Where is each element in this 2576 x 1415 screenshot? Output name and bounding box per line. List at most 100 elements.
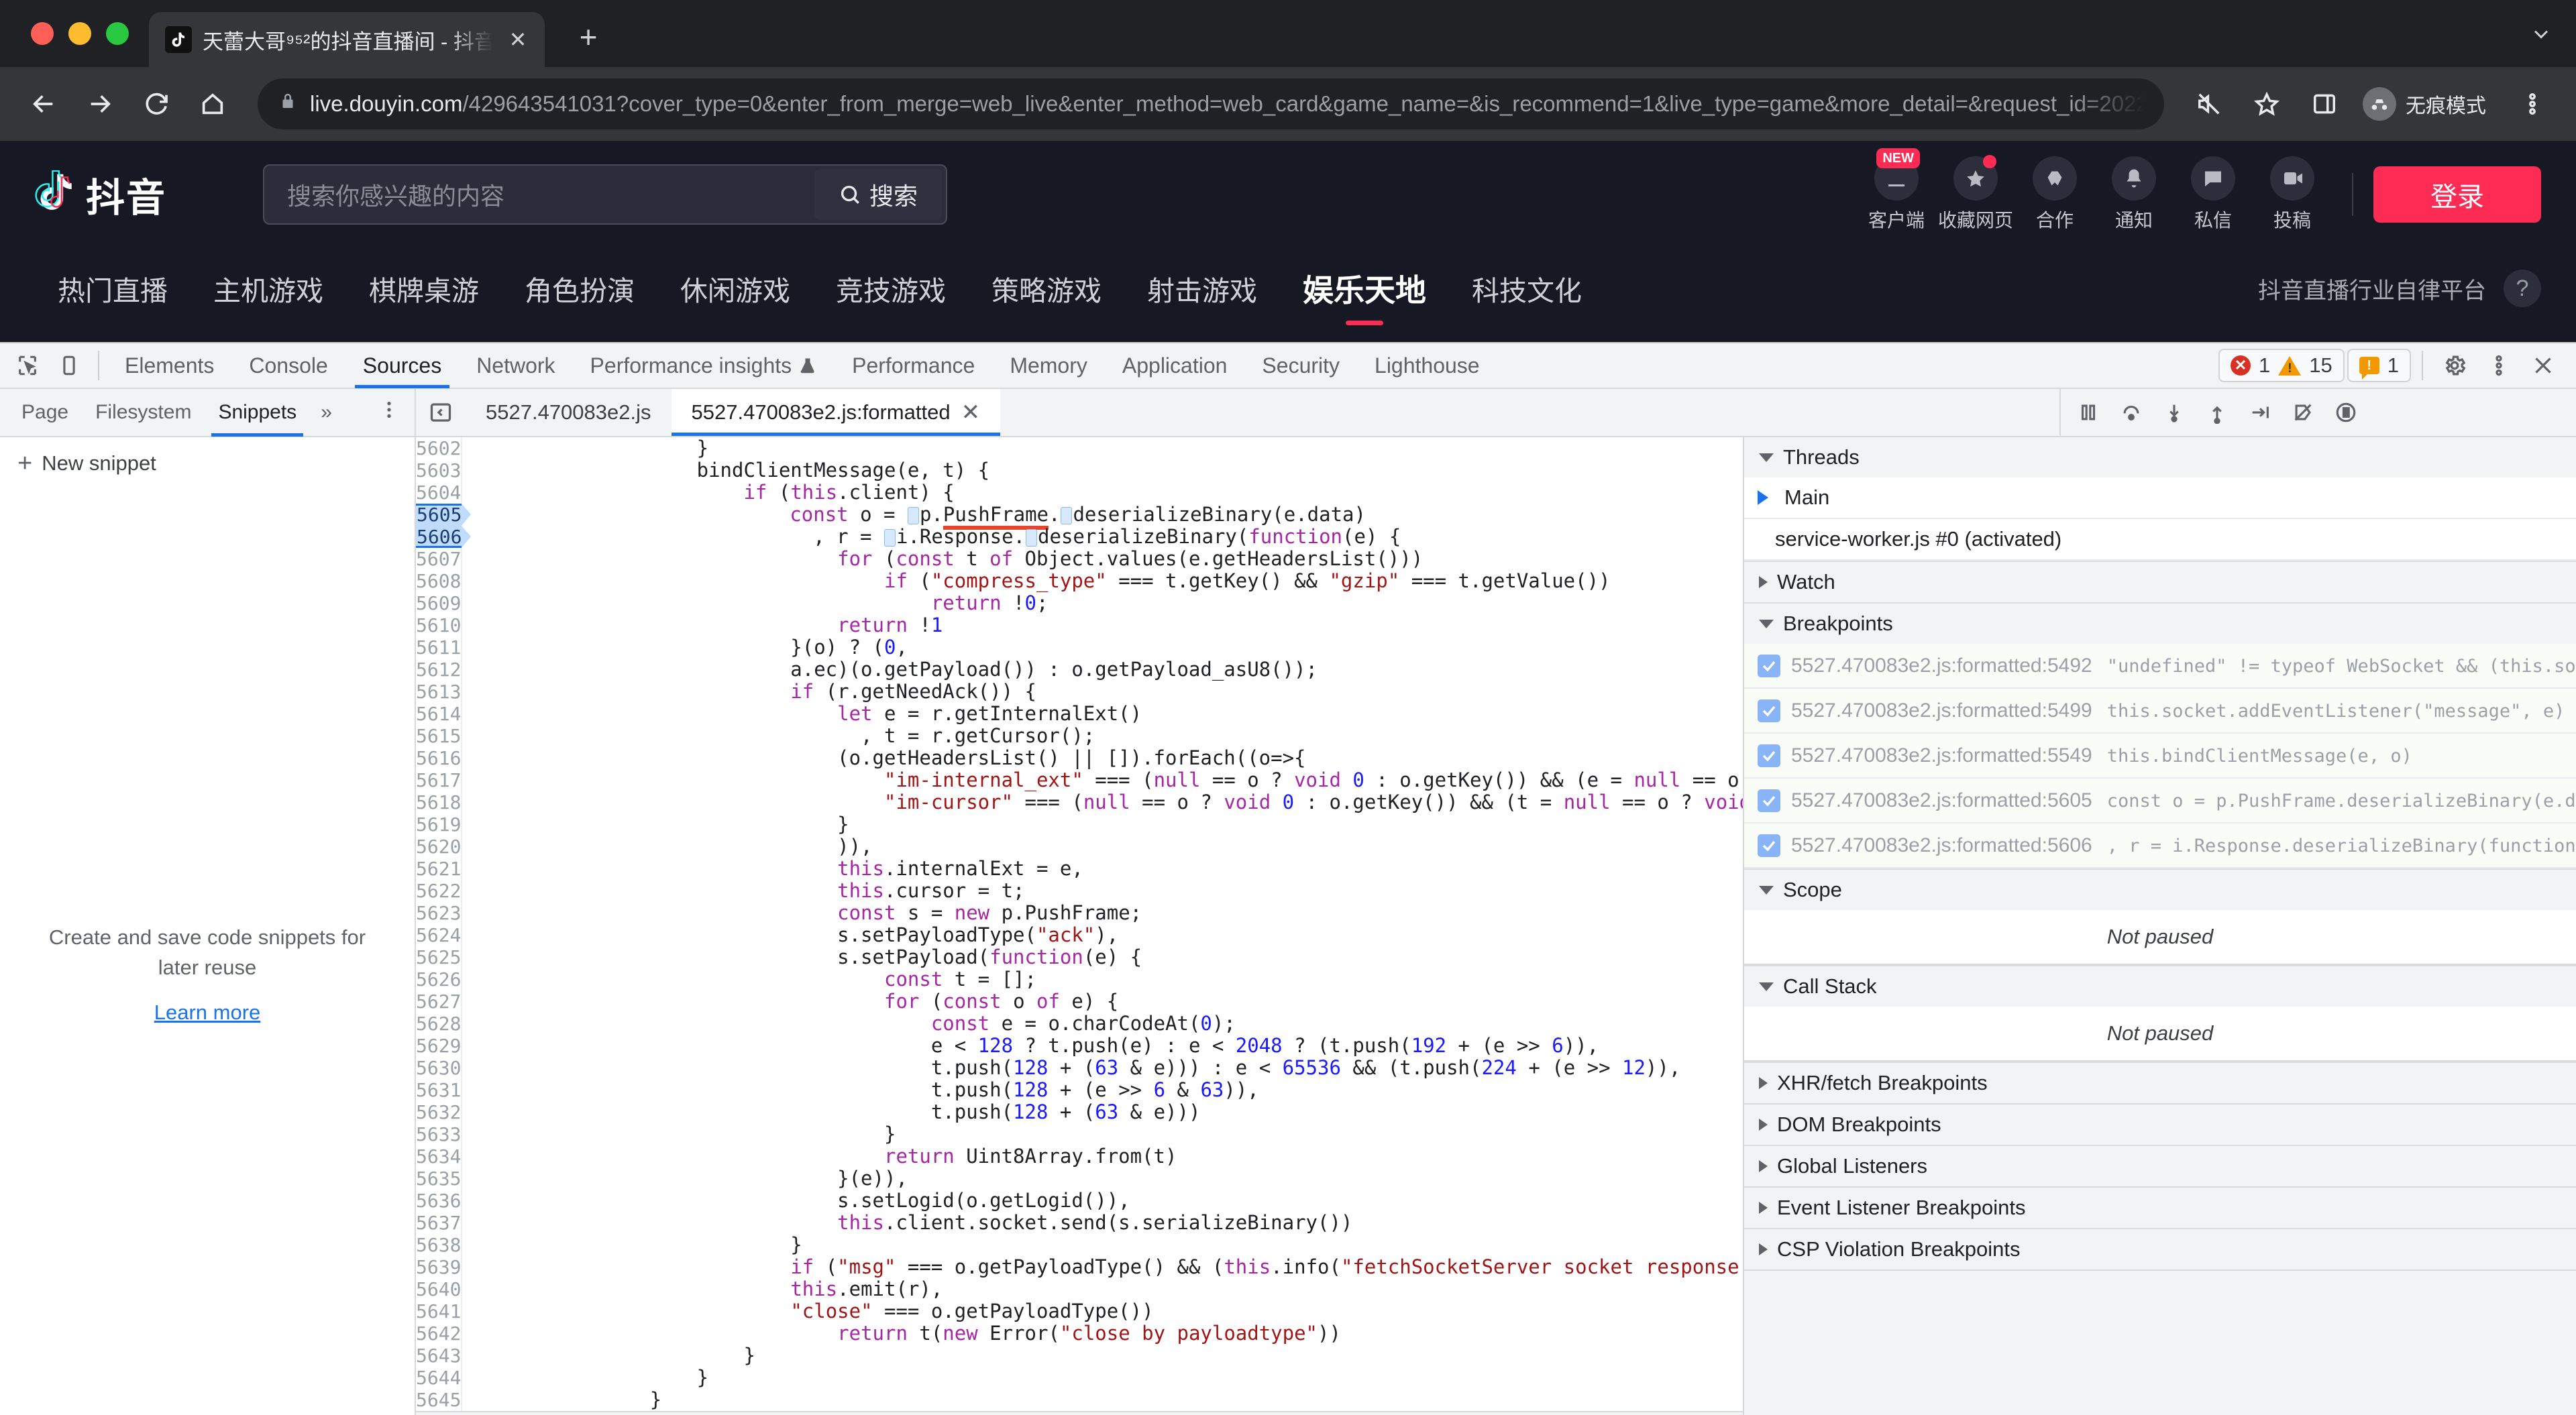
navigator-tab-filesystem[interactable]: Filesystem <box>82 388 205 437</box>
breakpoint-item[interactable]: 5527.470083e2.js:formatted:5499 this.sock… <box>1744 689 2576 734</box>
code-line[interactable]: 5640 this.emit(r), <box>416 1278 1743 1300</box>
tab-elements[interactable]: Elements <box>107 343 231 388</box>
breakpoint-item[interactable]: 5527.470083e2.js:formatted:5492 "undefine… <box>1744 644 2576 689</box>
code-line[interactable]: 5634 return Uint8Array.from(t) <box>416 1145 1743 1168</box>
learn-more-link[interactable]: Learn more <box>154 1001 261 1025</box>
line-number[interactable]: 5611 <box>416 636 463 659</box>
line-number[interactable]: 5607 <box>416 548 463 570</box>
line-number[interactable]: 5604 <box>416 482 463 504</box>
code-line[interactable]: 5606 , r = i.Response. deserializeBinary(… <box>416 526 1743 548</box>
code-line[interactable]: 5621 this.internalExt = e, <box>416 858 1743 880</box>
line-number[interactable]: 5634 <box>416 1145 463 1168</box>
scope-header[interactable]: Scope <box>1744 870 2576 910</box>
line-number[interactable]: 5626 <box>416 968 463 990</box>
search-button[interactable]: 搜索 <box>814 169 942 220</box>
code-line[interactable]: 5618 "im-cursor" === (null == o ? void 0… <box>416 791 1743 813</box>
watch-header[interactable]: Watch <box>1744 562 2576 602</box>
line-number[interactable]: 5627 <box>416 990 463 1013</box>
new-snippet-button[interactable]: + New snippet <box>0 437 415 490</box>
line-number[interactable]: 5606 <box>416 526 472 548</box>
tab-sources[interactable]: Sources <box>345 343 459 388</box>
navigator-tab-snippets[interactable]: Snippets <box>205 388 310 437</box>
code-line[interactable]: 5616 (o.getHeadersList() || []).forEach(… <box>416 747 1743 769</box>
line-number[interactable]: 5644 <box>416 1367 463 1389</box>
code-line[interactable]: 5627 for (const o of e) { <box>416 990 1743 1013</box>
code-line[interactable]: 5613 if (r.getNeedAck()) { <box>416 681 1743 703</box>
collapse-navigator-icon[interactable] <box>416 389 466 436</box>
code-line[interactable]: 5641 "close" === o.getPayloadType()) <box>416 1300 1743 1322</box>
nav-item-strategy-games[interactable]: 策略游戏 <box>969 268 1124 308</box>
pause-resume-icon[interactable] <box>2068 393 2109 432</box>
tab-performance[interactable]: Performance <box>835 343 992 388</box>
line-number[interactable]: 5605 <box>416 504 472 526</box>
pause-on-exceptions-icon[interactable] <box>2325 393 2367 432</box>
code-line[interactable]: 5642 return t(new Error("close by payloa… <box>416 1322 1743 1345</box>
line-number[interactable]: 5618 <box>416 791 463 813</box>
line-number[interactable]: 5643 <box>416 1345 463 1367</box>
deactivate-breakpoints-icon[interactable] <box>2282 393 2324 432</box>
home-button[interactable] <box>186 78 239 130</box>
tab-network[interactable]: Network <box>459 343 572 388</box>
line-number[interactable]: 5625 <box>416 946 463 968</box>
breakpoint-checkbox[interactable] <box>1758 655 1780 677</box>
tab-application[interactable]: Application <box>1105 343 1245 388</box>
line-number[interactable]: 5637 <box>416 1212 463 1234</box>
code-line[interactable]: 5624 s.setPayloadType("ack"), <box>416 924 1743 946</box>
tabstrip-chevron-down-icon[interactable] <box>2529 22 2576 67</box>
code-line[interactable]: 5611 }(o) ? (0, <box>416 636 1743 659</box>
douyin-search-box[interactable]: 搜索你感兴趣的内容 搜索 <box>263 164 947 225</box>
line-number[interactable]: 5602 <box>416 437 463 459</box>
nav-item-board-games[interactable]: 棋牌桌游 <box>346 268 502 308</box>
line-number[interactable]: 5621 <box>416 858 463 880</box>
douyin-logo[interactable]: 抖音 <box>35 166 256 223</box>
chrome-menu-icon[interactable] <box>2506 78 2559 130</box>
file-tab-formatted[interactable]: 5527.470083e2.js:formatted ✕ <box>671 389 1001 436</box>
line-number[interactable]: 5616 <box>416 747 463 769</box>
header-action-message[interactable]: 私信 <box>2174 156 2253 233</box>
code-line[interactable]: 5614 let e = r.getInternalExt() <box>416 703 1743 725</box>
line-number[interactable]: 5613 <box>416 681 463 703</box>
side-panel-icon[interactable] <box>2298 78 2351 130</box>
device-toolbar-icon[interactable] <box>48 346 90 385</box>
line-number[interactable]: 5640 <box>416 1278 463 1300</box>
line-number[interactable]: 5645 <box>416 1389 463 1411</box>
code-line[interactable]: 5610 return !1 <box>416 614 1743 636</box>
navigator-more-tabs-icon[interactable]: » <box>310 401 343 424</box>
code-line[interactable]: 5630 t.push(128 + (63 & e))) : e < 65536… <box>416 1057 1743 1079</box>
nav-item-console-games[interactable]: 主机游戏 <box>191 268 346 308</box>
close-window-button[interactable] <box>31 22 54 45</box>
breakpoint-checkbox[interactable] <box>1758 789 1780 812</box>
thread-item-main[interactable]: Main <box>1744 477 2576 519</box>
code-line[interactable]: 5617 "im-internal_ext" === (null == o ? … <box>416 769 1743 791</box>
line-number[interactable]: 5620 <box>416 836 463 858</box>
code-line[interactable]: 5607 for (const t of Object.values(e.get… <box>416 548 1743 570</box>
address-bar[interactable]: live.douyin.com/429643541031?cover_type=… <box>258 78 2164 129</box>
code-line[interactable]: 5626 const t = []; <box>416 968 1743 990</box>
code-line[interactable]: 5637 this.client.socket.send(s.serialize… <box>416 1212 1743 1234</box>
nav-item-competitive-games[interactable]: 竞技游戏 <box>813 268 969 308</box>
breakpoint-checkbox[interactable] <box>1758 744 1780 767</box>
code-line[interactable]: 5609 return !0; <box>416 592 1743 614</box>
header-action-bookmark[interactable]: 收藏网页 <box>1936 155 2015 233</box>
breakpoint-item[interactable]: 5527.470083e2.js:formatted:5606 , r = i.R… <box>1744 824 2576 868</box>
step-into-icon[interactable] <box>2153 393 2195 432</box>
code-line[interactable]: 5623 const s = new p.PushFrame; <box>416 902 1743 924</box>
line-number[interactable]: 5622 <box>416 880 463 902</box>
breakpoint-checkbox[interactable] <box>1758 834 1780 857</box>
code-line[interactable]: 5632 t.push(128 + (63 & e))) <box>416 1101 1743 1123</box>
breakpoints-header[interactable]: Breakpoints <box>1744 604 2576 644</box>
code-line[interactable]: 5645 } <box>416 1389 1743 1411</box>
tab-console[interactable]: Console <box>231 343 345 388</box>
self-regulation-link[interactable]: 抖音直播行业自律平台 <box>2258 272 2486 305</box>
nav-item-tech-culture[interactable]: 科技文化 <box>1449 268 1605 308</box>
line-number[interactable]: 5638 <box>416 1234 463 1256</box>
code-line[interactable]: 5603 bindClientMessage(e, t) { <box>416 459 1743 482</box>
line-number[interactable]: 5610 <box>416 614 463 636</box>
close-devtools-icon[interactable] <box>2522 346 2564 385</box>
tab-lighthouse[interactable]: Lighthouse <box>1357 343 1497 388</box>
navigator-menu-icon[interactable] <box>364 399 415 427</box>
thread-item-service-worker[interactable]: service-worker.js #0 (activated) <box>1744 519 2576 561</box>
dom-breakpoints-header[interactable]: DOM Breakpoints <box>1744 1105 2576 1145</box>
code-line[interactable]: 5605 const o = p.PushFrame. deserializeBi… <box>416 503 1743 530</box>
code-viewport[interactable]: 5602 } 5603 bindClientMessage(e, t) {5604… <box>416 437 1743 1411</box>
